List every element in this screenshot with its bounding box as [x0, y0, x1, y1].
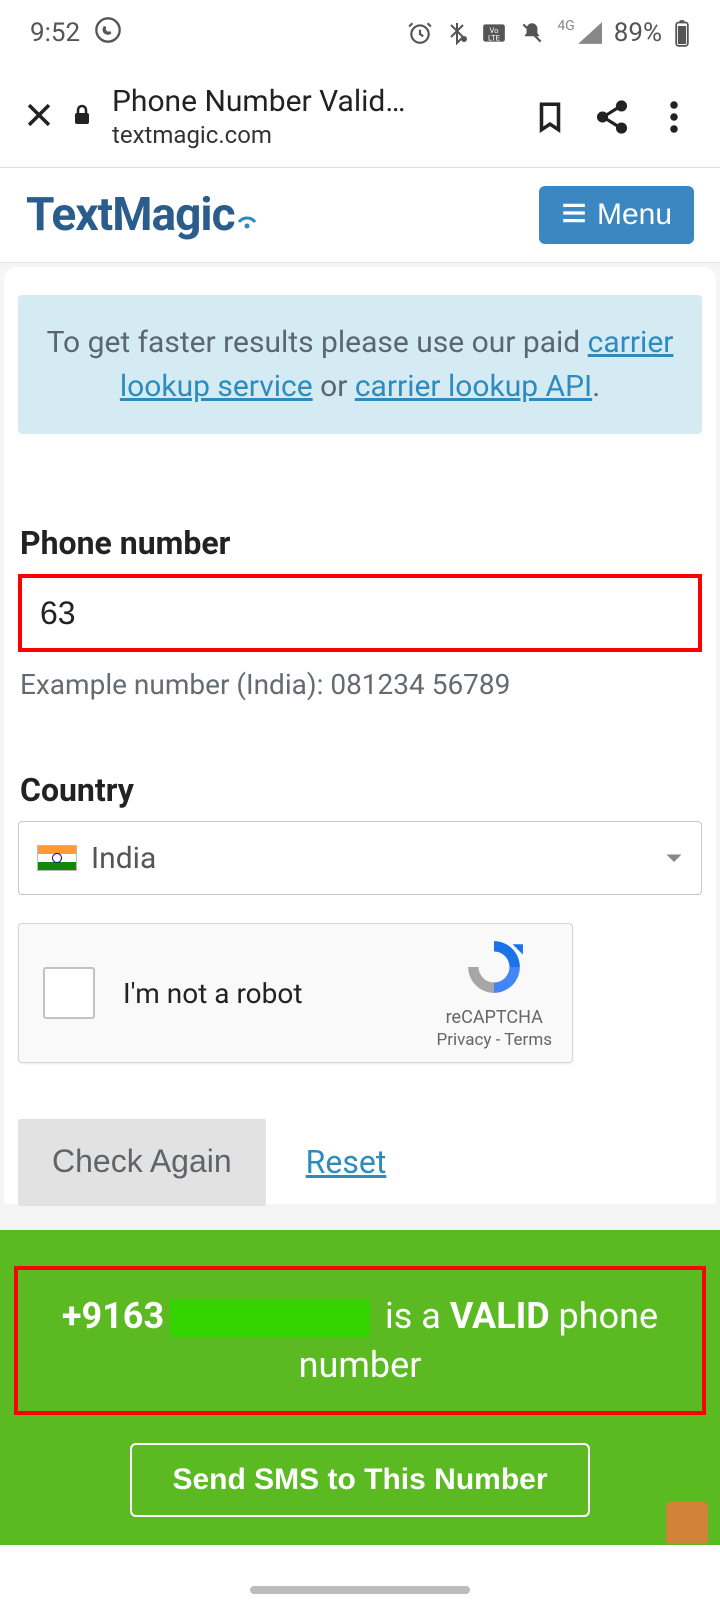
info-notice: To get faster results please use our pai… [18, 295, 702, 434]
recaptcha-icon [437, 936, 553, 1003]
battery-percent: 89% [614, 18, 662, 48]
page-domain: textmagic.com [112, 121, 512, 149]
mute-icon [519, 20, 545, 46]
india-flag-icon [37, 845, 77, 871]
menu-button[interactable]: Menu [539, 186, 694, 244]
status-time: 9:52 [30, 18, 80, 48]
check-again-button[interactable]: Check Again [18, 1119, 266, 1204]
floating-badge-icon[interactable] [666, 1502, 708, 1544]
recaptcha-brand: reCAPTCHA [437, 1007, 553, 1028]
hamburger-icon [561, 198, 587, 232]
page-title: Phone Number Valid… [112, 84, 512, 119]
recaptcha-checkbox[interactable] [43, 967, 95, 1019]
svg-text:LTE: LTE [488, 34, 501, 43]
country-select[interactable]: India [18, 821, 702, 895]
site-header: TextMagic Menu [0, 168, 720, 263]
recaptcha-widget[interactable]: I'm not a robot reCAPTCHA Privacy - Term… [18, 923, 573, 1063]
close-icon[interactable] [22, 98, 56, 136]
browser-bar: Phone Number Valid… textmagic.com [0, 66, 720, 168]
bluetooth-icon [445, 20, 469, 46]
result-panel: +9163 is a VALID phone number Send SMS t… [0, 1230, 720, 1545]
wifi-accent-icon [237, 210, 251, 224]
battery-icon [674, 19, 690, 47]
send-sms-button[interactable]: Send SMS to This Number [130, 1443, 590, 1517]
volte-icon: VoLTE [481, 20, 507, 46]
phone-example: Example number (India): 081234 56789 [20, 668, 702, 701]
recaptcha-links[interactable]: Privacy - Terms [437, 1030, 553, 1050]
chevron-down-icon [665, 841, 683, 876]
carrier-lookup-api-link[interactable]: carrier lookup API [355, 369, 592, 404]
status-bar: 9:52 VoLTE 4G 89% [0, 0, 720, 66]
brand-logo[interactable]: TextMagic [26, 188, 249, 242]
redacted-block [170, 1299, 370, 1337]
reset-link[interactable]: Reset [306, 1143, 387, 1181]
phone-label: Phone number [20, 524, 702, 562]
country-label: Country [20, 771, 702, 809]
recaptcha-label: I'm not a robot [123, 977, 302, 1010]
menu-label: Menu [597, 198, 672, 232]
lock-icon [70, 101, 94, 133]
alarm-icon [407, 20, 433, 46]
result-message: +9163 is a VALID phone number [14, 1266, 706, 1415]
bookmark-icon[interactable] [526, 97, 574, 137]
phone-input[interactable] [18, 574, 702, 652]
share-icon[interactable] [588, 98, 636, 136]
signal-icon: 4G [557, 22, 601, 44]
gesture-handle [250, 1586, 470, 1594]
more-icon[interactable] [650, 99, 698, 135]
country-value: India [91, 841, 156, 876]
whatsapp-icon [94, 16, 122, 51]
result-number-prefix: +9163 [62, 1295, 164, 1337]
